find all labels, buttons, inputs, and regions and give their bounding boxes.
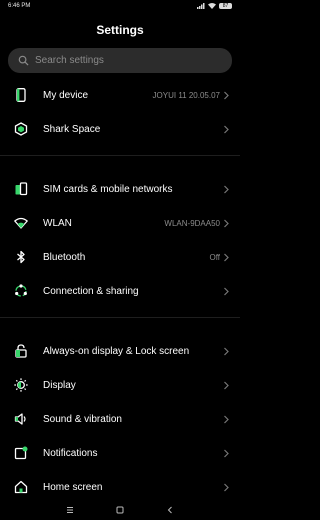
status-time: 6:46 PM: [8, 3, 31, 9]
settings-item-label: Bluetooth: [43, 251, 86, 263]
settings-item-label: My device: [43, 89, 89, 101]
settings-item-display[interactable]: Display: [0, 370, 240, 400]
signal-icon: [197, 3, 205, 9]
chevron-right-icon: [223, 219, 230, 228]
phone-icon: [14, 88, 28, 102]
wifi-icon: [14, 216, 28, 230]
settings-item-value: WLAN-9DAA50: [164, 218, 220, 228]
settings-item-shark-space[interactable]: Shark Space: [0, 114, 240, 144]
chevron-right-icon: [223, 415, 230, 424]
settings-item-sim-cards[interactable]: SIM cards & mobile networks: [0, 174, 240, 204]
speaker-icon: [14, 412, 28, 426]
settings-item-label: Home screen: [43, 481, 103, 493]
settings-item-label: SIM cards & mobile networks: [43, 183, 173, 195]
chevron-right-icon: [223, 381, 230, 390]
settings-item-label: Sound & vibration: [43, 413, 122, 425]
settings-item-my-device[interactable]: My device JOYUI 11 20.05.07: [0, 80, 240, 110]
settings-item-connection-sharing[interactable]: Connection & sharing: [0, 276, 240, 306]
settings-item-label: Always-on display & Lock screen: [43, 345, 190, 357]
lock-icon: [14, 344, 28, 358]
battery-icon: 87: [219, 3, 232, 9]
settings-item-label: Shark Space: [43, 123, 101, 135]
chevron-right-icon: [223, 449, 230, 458]
sim-card-icon: [14, 182, 28, 196]
section-divider: [0, 155, 240, 156]
menu-icon[interactable]: [65, 505, 75, 515]
settings-item-value: JOYUI 11 20.05.07: [152, 90, 220, 100]
status-bar: 6:46 PM 87: [0, 0, 240, 14]
search-bar[interactable]: [8, 48, 232, 73]
connection-sharing-icon: [14, 284, 28, 298]
status-icons: 87: [197, 3, 232, 9]
back-icon[interactable]: [165, 505, 175, 515]
settings-item-value: Off: [209, 252, 220, 262]
navigation-bar: [0, 500, 240, 520]
chevron-right-icon: [223, 91, 230, 100]
status-wifi-icon: [208, 3, 216, 9]
settings-item-label: Display: [43, 379, 76, 391]
settings-item-label: WLAN: [43, 217, 72, 229]
chevron-right-icon: [223, 483, 230, 492]
sun-icon: [14, 378, 28, 392]
notification-icon: [14, 446, 28, 460]
section-divider: [0, 317, 240, 318]
chevron-right-icon: [223, 185, 230, 194]
chevron-right-icon: [223, 253, 230, 262]
chevron-right-icon: [223, 287, 230, 296]
home-square-icon[interactable]: [115, 505, 125, 515]
search-icon: [18, 55, 29, 66]
settings-item-bluetooth[interactable]: Bluetooth Off: [0, 242, 240, 272]
settings-item-label: Notifications: [43, 447, 98, 459]
chevron-right-icon: [223, 125, 230, 134]
page-title: Settings: [96, 23, 144, 37]
home-icon: [14, 480, 28, 494]
settings-item-label: Connection & sharing: [43, 285, 139, 297]
chevron-right-icon: [223, 347, 230, 356]
settings-item-home-screen[interactable]: Home screen: [0, 472, 240, 502]
settings-item-wlan[interactable]: WLAN WLAN-9DAA50: [0, 208, 240, 238]
shark-space-icon: [14, 122, 28, 136]
settings-item-sound[interactable]: Sound & vibration: [0, 404, 240, 434]
settings-item-lock-screen[interactable]: Always-on display & Lock screen: [0, 336, 240, 366]
search-input[interactable]: [35, 55, 215, 66]
settings-item-notifications[interactable]: Notifications: [0, 438, 240, 468]
bluetooth-icon: [14, 250, 28, 264]
